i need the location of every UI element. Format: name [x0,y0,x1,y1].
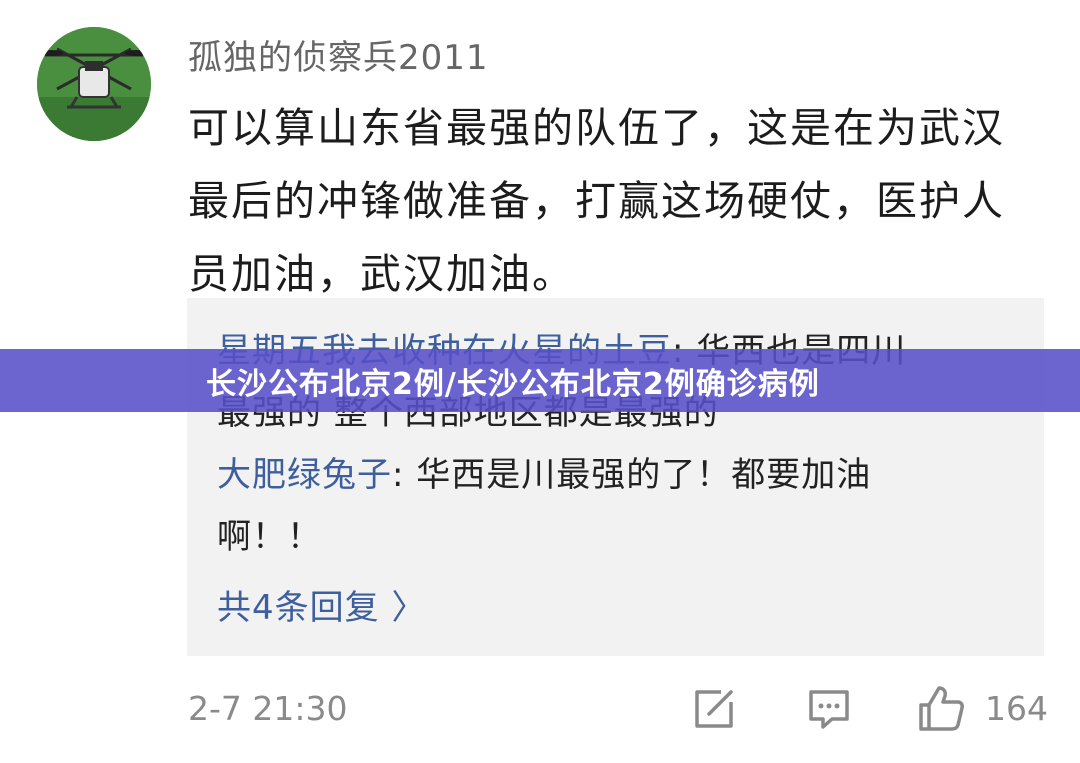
reply-item[interactable]: 大肥绿兔子: 华西是川最强的了！都要加油 啊！！ [217,444,871,568]
avatar[interactable] [37,27,151,141]
comment-line: 最后的冲锋做准备，打赢这场硬仗，医护人 [188,177,1005,225]
comment-timestamp: 2-7 21:30 [188,689,348,728]
more-replies-link[interactable]: 共4条回复 〉 [217,580,426,629]
drone-avatar-icon [37,27,151,141]
thumbs-up-icon[interactable] [916,683,966,733]
title-banner: 长沙公布北京2例/长沙公布北京2例确诊病例 [0,349,1080,412]
reply-text: 啊！！ [217,517,322,557]
share-edit-icon[interactable] [691,686,737,732]
comment-icon[interactable] [806,686,852,732]
banner-title: 长沙公布北京2例/长沙公布北京2例确诊病例 [206,367,820,402]
reply-text: : 华西是川最强的了！都要加油 [392,455,872,495]
like-count: 164 [985,689,1048,728]
reply-author[interactable]: 大肥绿兔子 [217,455,392,495]
comment-body: 可以算山东省最强的队伍了，这是在为武汉 最后的冲锋做准备，打赢这场硬仗，医护人 … [188,92,1058,311]
comment-username[interactable]: 孤独的侦察兵2011 [188,30,489,79]
comment-line: 可以算山东省最强的队伍了，这是在为武汉 [188,104,1005,152]
